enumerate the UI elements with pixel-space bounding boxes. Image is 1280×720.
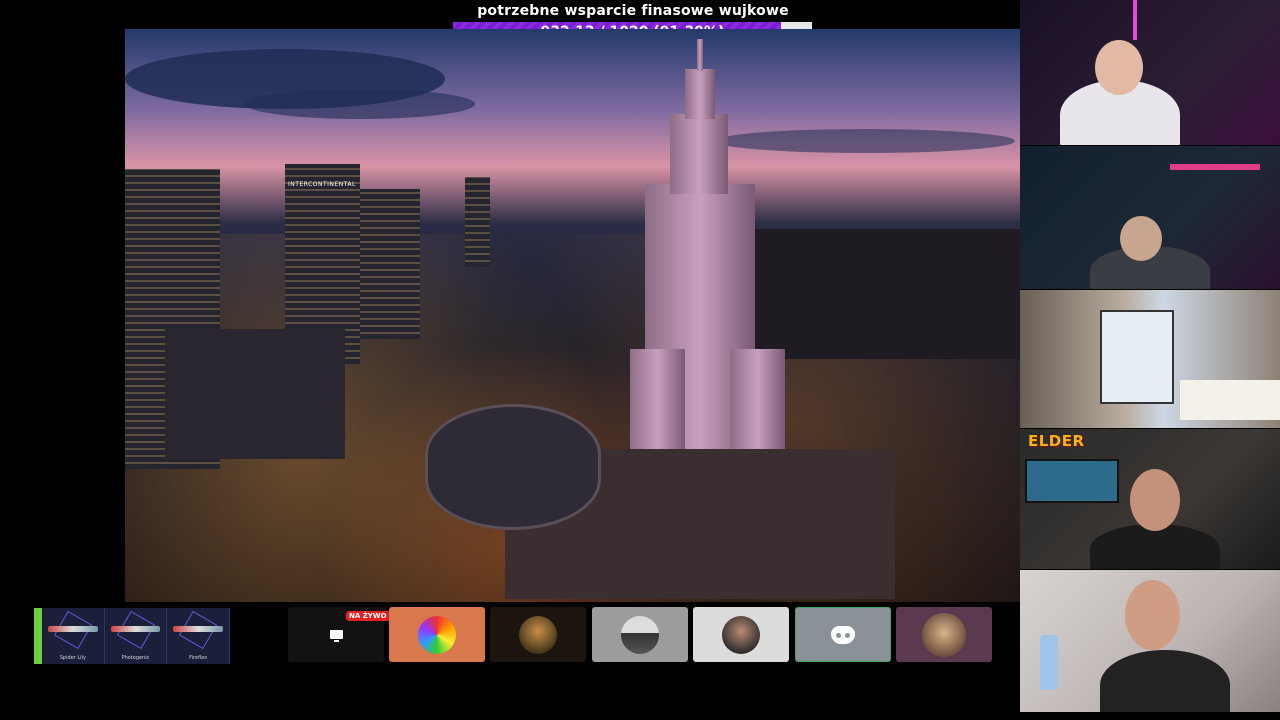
main-video-feed: INTERCONTINENTAL — [125, 29, 1020, 602]
character-avatar — [519, 615, 557, 654]
screen-icon — [329, 630, 343, 642]
participant-tile[interactable] — [592, 607, 688, 662]
participant-tile[interactable] — [490, 607, 586, 662]
congress-hall — [425, 404, 601, 530]
webcam-2 — [1020, 146, 1280, 289]
discord-icon — [831, 625, 855, 644]
skin-card: Photogenic — [105, 608, 168, 664]
rainbow-avatar — [418, 615, 456, 654]
webcam-5 — [1020, 570, 1280, 712]
face-avatar — [922, 612, 966, 657]
webcam-4: ELDER — [1020, 429, 1280, 569]
participant-tile[interactable] — [389, 607, 485, 662]
participant-tile-discord[interactable] — [795, 607, 891, 662]
skin-card: Fireflex — [167, 608, 231, 664]
hotel-sign: INTERCONTINENTAL — [288, 181, 356, 188]
car-avatar — [621, 615, 659, 654]
webcam-1 — [1020, 0, 1280, 145]
live-badge: NA ŻYWO — [346, 611, 390, 621]
skin-card: Spider Lily — [42, 608, 105, 664]
skins-widget: Spider Lily Photogenic Fireflex — [34, 608, 231, 664]
donation-goal-title: potrzebne wsparcie finasowe wujkowe — [477, 3, 789, 19]
participant-tile[interactable] — [896, 607, 992, 662]
man-avatar — [722, 615, 760, 654]
participant-tile[interactable] — [693, 607, 789, 662]
channel-logo: ELDER — [1028, 432, 1085, 450]
webcam-3 — [1020, 290, 1280, 428]
